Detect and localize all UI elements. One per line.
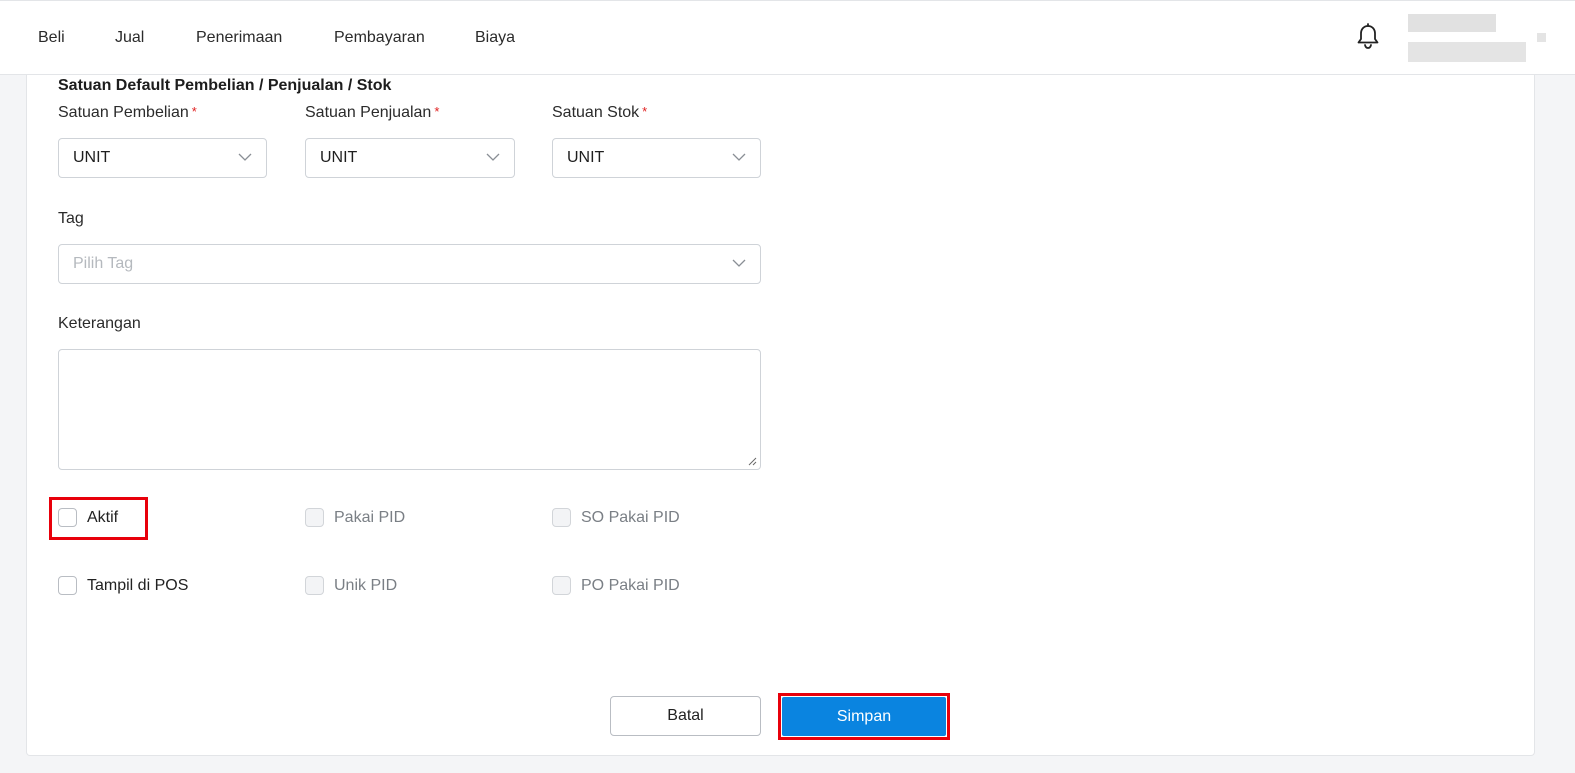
po-pakai-pid-checkbox[interactable] <box>552 576 571 595</box>
unik-pid-label: Unik PID <box>334 576 398 594</box>
notification-bell-icon[interactable] <box>1355 23 1381 51</box>
nav-item-pembayaran[interactable]: Pembayaran <box>334 29 425 47</box>
top-navigation-bar: Beli Jual Penerimaan Pembayaran Biaya <box>0 0 1575 75</box>
pakai-pid-checkbox-row[interactable]: Pakai PID <box>305 508 405 527</box>
aktif-checkbox-row[interactable]: Aktif <box>58 508 118 527</box>
aktif-checkbox[interactable] <box>58 508 77 527</box>
satuan-penjualan-select[interactable]: UNIT <box>305 138 515 178</box>
simpan-button[interactable]: Simpan <box>782 697 946 736</box>
chevron-down-icon <box>732 259 746 267</box>
satuan-pembelian-select[interactable]: UNIT <box>58 138 267 178</box>
unik-pid-checkbox[interactable] <box>305 576 324 595</box>
nav-item-jual[interactable]: Jual <box>115 29 144 47</box>
chevron-down-icon <box>486 153 500 161</box>
keterangan-label: Keterangan <box>58 315 141 332</box>
nav-item-biaya[interactable]: Biaya <box>475 29 515 47</box>
chevron-down-icon <box>238 153 252 161</box>
po-pakai-pid-label: PO Pakai PID <box>581 576 680 594</box>
satuan-pembelian-label: Satuan Pembelian * <box>58 104 197 121</box>
nav-item-penerimaan[interactable]: Penerimaan <box>196 29 282 47</box>
pakai-pid-checkbox[interactable] <box>305 508 324 527</box>
tampil-di-pos-checkbox-row[interactable]: Tampil di POS <box>58 576 188 595</box>
section-title: Satuan Default Pembelian / Penjualan / S… <box>58 77 392 94</box>
pakai-pid-label: Pakai PID <box>334 508 406 526</box>
aktif-label: Aktif <box>87 508 119 526</box>
tampil-di-pos-checkbox[interactable] <box>58 576 77 595</box>
so-pakai-pid-checkbox[interactable] <box>552 508 571 527</box>
satuan-penjualan-label: Satuan Penjualan * <box>305 104 440 121</box>
so-pakai-pid-label: SO Pakai PID <box>581 508 680 526</box>
po-pakai-pid-checkbox-row[interactable]: PO Pakai PID <box>552 576 680 595</box>
resize-handle-icon[interactable] <box>748 457 757 466</box>
so-pakai-pid-checkbox-row[interactable]: SO Pakai PID <box>552 508 680 527</box>
chevron-down-icon <box>732 153 746 161</box>
tag-select[interactable]: Pilih Tag <box>58 244 761 284</box>
unik-pid-checkbox-row[interactable]: Unik PID <box>305 576 397 595</box>
keterangan-textarea[interactable] <box>58 349 761 470</box>
satuan-stok-label: Satuan Stok * <box>552 104 648 121</box>
batal-button[interactable]: Batal <box>610 696 761 736</box>
tag-label: Tag <box>58 210 84 227</box>
satuan-stok-select[interactable]: UNIT <box>552 138 761 178</box>
tampil-di-pos-label: Tampil di POS <box>87 576 189 594</box>
nav-item-beli[interactable]: Beli <box>38 29 65 47</box>
